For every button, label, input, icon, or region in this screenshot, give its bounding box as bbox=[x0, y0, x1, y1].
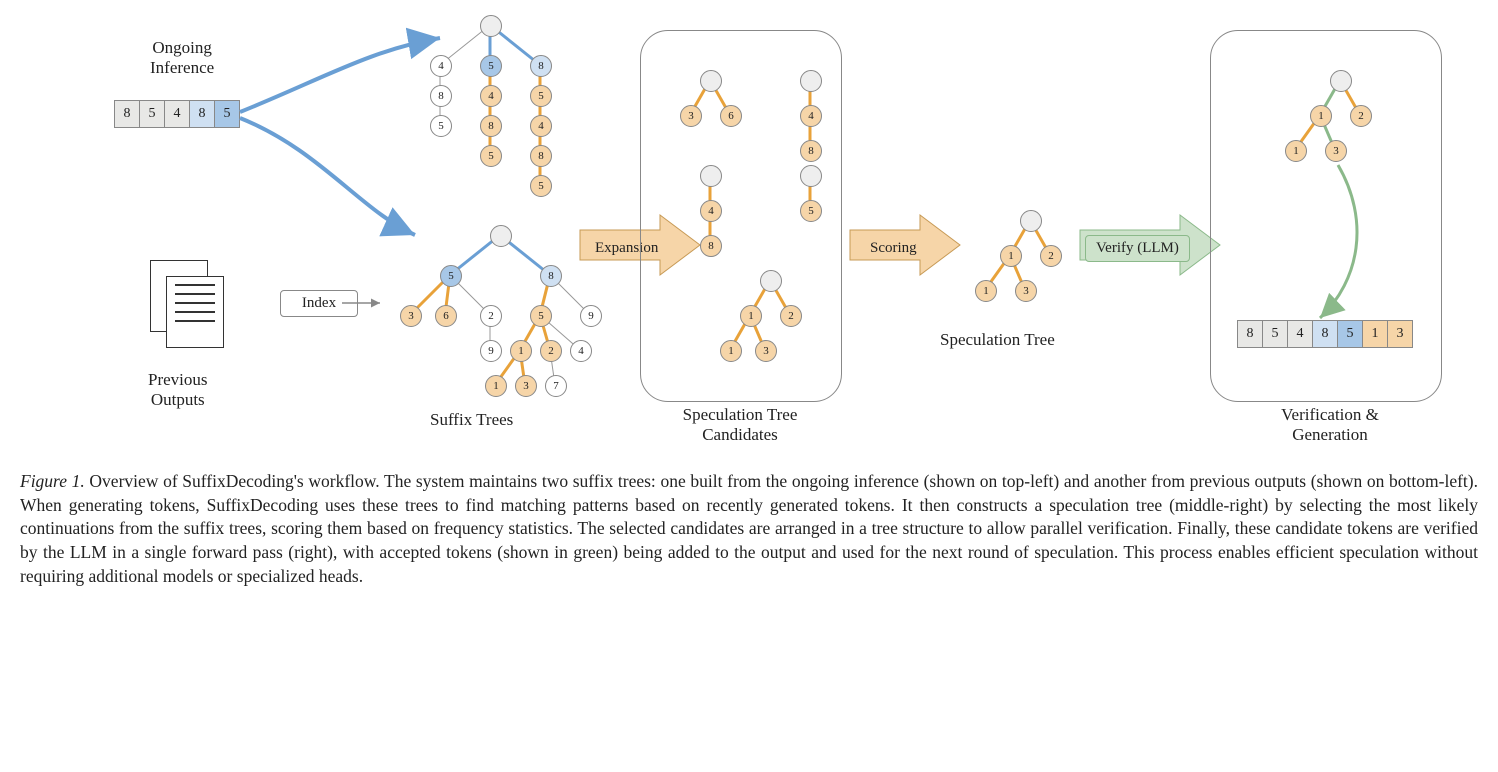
candidates-trees: 36484851213 bbox=[670, 70, 840, 370]
tree-node: 4 bbox=[800, 105, 822, 127]
tree-node: 2 bbox=[1040, 245, 1062, 267]
speculation-tree-label: Speculation Tree bbox=[940, 330, 1055, 350]
caption-text: Overview of SuffixDecoding's workflow. T… bbox=[20, 471, 1478, 586]
verify-label: Verify (LLM) bbox=[1085, 235, 1190, 262]
tree-node: 8 bbox=[480, 115, 502, 137]
tree-node: 6 bbox=[435, 305, 457, 327]
figure-caption: Figure 1. Overview of SuffixDecoding's w… bbox=[20, 470, 1478, 588]
token: 4 bbox=[1287, 320, 1313, 348]
tree-node: 5 bbox=[530, 305, 552, 327]
token: 5 bbox=[214, 100, 240, 128]
token: 8 bbox=[189, 100, 215, 128]
previous-outputs-label: PreviousOutputs bbox=[148, 370, 208, 411]
tree-node bbox=[1020, 210, 1042, 232]
token: 5 bbox=[139, 100, 165, 128]
input-token-row: 85485 bbox=[115, 100, 240, 128]
tree-node bbox=[490, 225, 512, 247]
tree-node: 3 bbox=[755, 340, 777, 362]
tree-node: 1 bbox=[1310, 105, 1332, 127]
tree-node: 4 bbox=[430, 55, 452, 77]
tree-node: 4 bbox=[700, 200, 722, 222]
ongoing-inference-label: OngoingInference bbox=[150, 38, 214, 79]
figure-number: Figure 1. bbox=[20, 471, 85, 491]
tree-node: 3 bbox=[515, 375, 537, 397]
tree-node bbox=[700, 165, 722, 187]
index-label: Index bbox=[280, 290, 358, 317]
tree-node: 2 bbox=[1350, 105, 1372, 127]
verification-label: Verification &Generation bbox=[1270, 405, 1390, 446]
suffix-tree-top: 4 8 5 5 4 8 5 8 5 4 8 5 bbox=[400, 15, 580, 205]
tree-node: 1 bbox=[1285, 140, 1307, 162]
tree-node: 3 bbox=[400, 305, 422, 327]
tree-node: 5 bbox=[530, 85, 552, 107]
speculation-tree: 1213 bbox=[960, 210, 1070, 310]
token: 1 bbox=[1362, 320, 1388, 348]
tree-node: 8 bbox=[700, 235, 722, 257]
token: 8 bbox=[1312, 320, 1338, 348]
candidate-tree: 1213 bbox=[710, 270, 810, 370]
tree-node: 1 bbox=[720, 340, 742, 362]
tree-node: 8 bbox=[530, 55, 552, 77]
candidates-label: Speculation TreeCandidates bbox=[670, 405, 810, 446]
suffix-tree-bottom: 58362599124137 bbox=[380, 225, 610, 405]
tree-node: 8 bbox=[430, 85, 452, 107]
token: 8 bbox=[1237, 320, 1263, 348]
tree-node: 1 bbox=[1000, 245, 1022, 267]
token: 8 bbox=[114, 100, 140, 128]
suffix-trees-label: Suffix Trees bbox=[430, 410, 513, 430]
tree-node: 3 bbox=[1015, 280, 1037, 302]
diagram-canvas: OngoingInference 85485 PreviousOutputs I… bbox=[20, 20, 1478, 460]
candidate-tree: 48 bbox=[780, 70, 880, 170]
tree-node: 3 bbox=[680, 105, 702, 127]
tree-node: 5 bbox=[480, 55, 502, 77]
tree-node: 1 bbox=[485, 375, 507, 397]
tree-node bbox=[800, 165, 822, 187]
verification-tree: 1213 bbox=[1270, 70, 1390, 170]
tree-node: 4 bbox=[480, 85, 502, 107]
tree-node: 1 bbox=[510, 340, 532, 362]
tree-node: 7 bbox=[545, 375, 567, 397]
token: 5 bbox=[1262, 320, 1288, 348]
tree-node: 8 bbox=[800, 140, 822, 162]
tree-node: 8 bbox=[530, 145, 552, 167]
tree-node: 1 bbox=[975, 280, 997, 302]
docs-icon bbox=[150, 260, 230, 350]
tree-node bbox=[480, 15, 502, 37]
tree-node: 5 bbox=[440, 265, 462, 287]
scoring-label: Scoring bbox=[860, 236, 927, 261]
tree-node: 5 bbox=[480, 145, 502, 167]
tree-node: 9 bbox=[580, 305, 602, 327]
tree-node: 2 bbox=[480, 305, 502, 327]
tree-node: 1 bbox=[740, 305, 762, 327]
token: 3 bbox=[1387, 320, 1413, 348]
tree-node bbox=[800, 70, 822, 92]
tree-node: 6 bbox=[720, 105, 742, 127]
tree-node: 5 bbox=[530, 175, 552, 197]
token: 4 bbox=[164, 100, 190, 128]
tree-node: 2 bbox=[540, 340, 562, 362]
tree-node: 3 bbox=[1325, 140, 1347, 162]
tree-node: 4 bbox=[570, 340, 592, 362]
tree-node: 5 bbox=[800, 200, 822, 222]
output-token-row: 8548513 bbox=[1238, 320, 1413, 348]
tree-node bbox=[1330, 70, 1352, 92]
tree-node bbox=[760, 270, 782, 292]
candidate-tree: 36 bbox=[670, 70, 770, 170]
token: 5 bbox=[1337, 320, 1363, 348]
tree-node: 9 bbox=[480, 340, 502, 362]
tree-node: 5 bbox=[430, 115, 452, 137]
tree-node: 2 bbox=[780, 305, 802, 327]
tree-node: 8 bbox=[540, 265, 562, 287]
candidate-tree: 48 bbox=[670, 165, 770, 265]
tree-node: 4 bbox=[530, 115, 552, 137]
tree-node bbox=[700, 70, 722, 92]
